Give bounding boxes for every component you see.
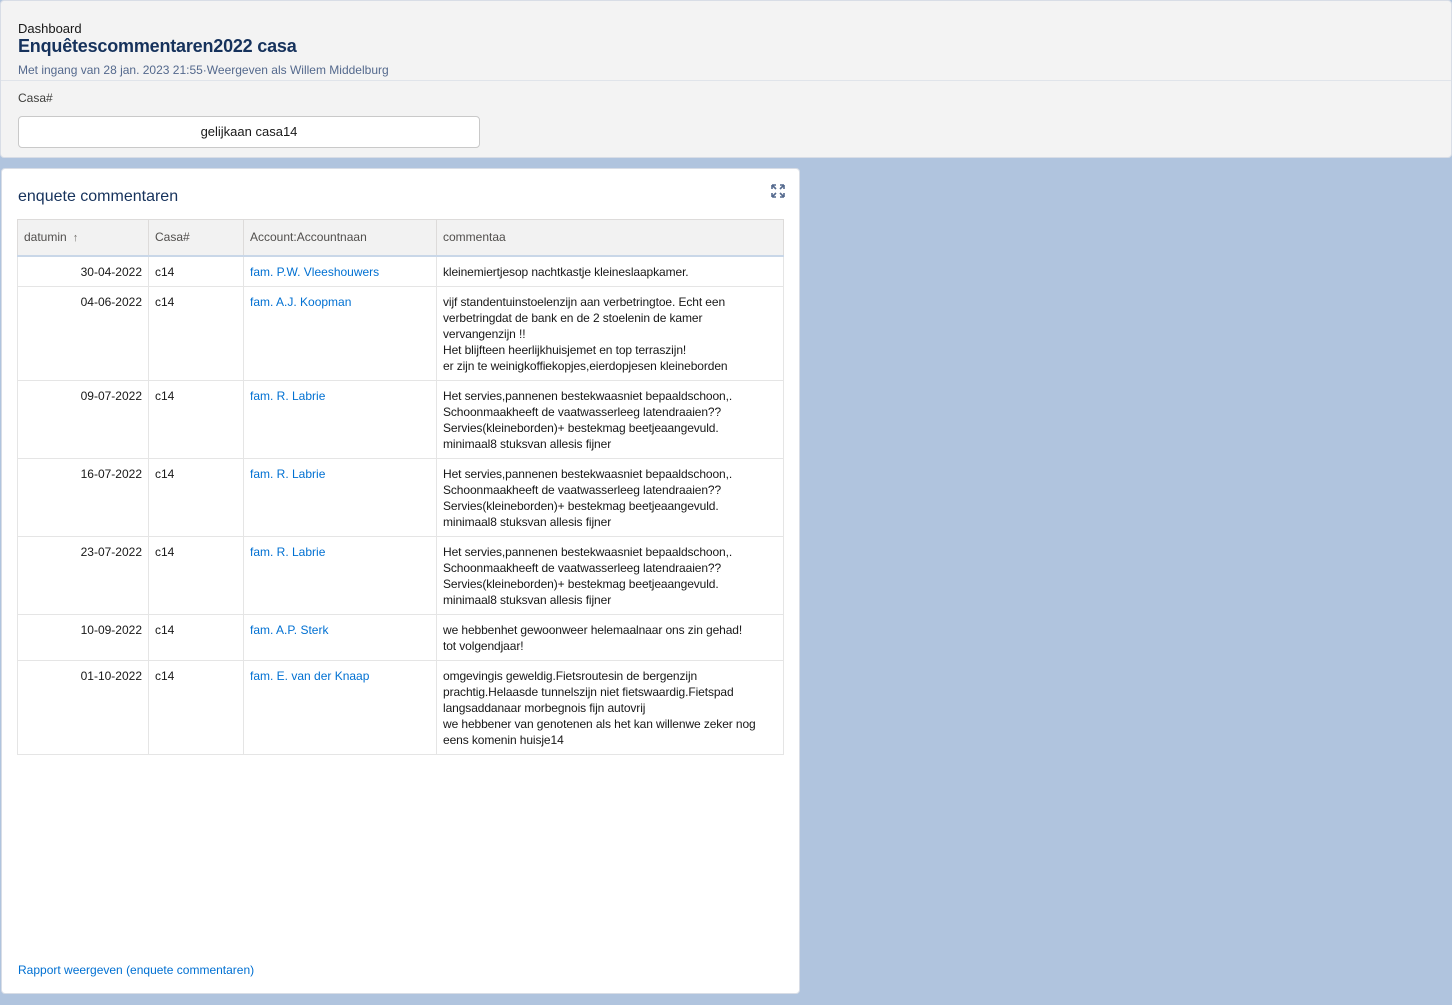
- cell-date: 23-07-2022: [17, 535, 149, 615]
- cell-account-link[interactable]: fam. E. van der Knaap: [243, 659, 437, 755]
- filter-casa-select[interactable]: gelijkaan casa14: [18, 116, 480, 148]
- cell-casa: c14: [148, 379, 244, 459]
- expand-icon-graphic: [771, 184, 785, 198]
- cell-casa: c14: [148, 613, 244, 661]
- cell-comment: vijf standentuinstoelenzijn aan verbetri…: [436, 285, 784, 381]
- cell-account-link[interactable]: fam. R. Labrie: [243, 535, 437, 615]
- table-row: 23-07-2022 c14 fam. R. Labrie Het servie…: [17, 535, 784, 615]
- cell-date: 09-07-2022: [17, 379, 149, 459]
- cell-account-link[interactable]: fam. P.W. Vleeshouwers: [243, 255, 437, 287]
- cell-date: 01-10-2022: [17, 659, 149, 755]
- view-report-link[interactable]: Rapport weergeven (enquete commentaren): [18, 963, 254, 977]
- cell-account-link[interactable]: fam. A.P. Sterk: [243, 613, 437, 661]
- table-row: 30-04-2022 c14 fam. P.W. Vleeshouwers kl…: [17, 255, 784, 287]
- column-header-datumin[interactable]: datumin ↑: [17, 219, 149, 257]
- table-header-row: datumin ↑ Casa# Account:Accountnaan comme…: [17, 219, 784, 257]
- filter-label: Casa#: [18, 91, 53, 105]
- cell-account-link[interactable]: fam. A.J. Koopman: [243, 285, 437, 381]
- cell-casa: c14: [148, 285, 244, 381]
- column-header-account[interactable]: Account:Accountnaan: [243, 219, 437, 257]
- table-row: 16-07-2022 c14 fam. R. Labrie Het servie…: [17, 457, 784, 537]
- cell-comment: omgevingis geweldig.Fietsroutesin de ber…: [436, 659, 784, 755]
- table-row: 10-09-2022 c14 fam. A.P. Sterk we hebben…: [17, 613, 784, 661]
- cell-date: 10-09-2022: [17, 613, 149, 661]
- cell-comment: we hebbenhet gewoonweer helemaalnaar ons…: [436, 613, 784, 661]
- column-header-casa[interactable]: Casa#: [148, 219, 244, 257]
- cell-comment: kleinemiertjesop nachtkastje kleineslaap…: [436, 255, 784, 287]
- column-header-label: datumin: [24, 230, 67, 245]
- page-subtitle: Met ingang van 28 jan. 2023 21:55·Weerge…: [18, 63, 389, 77]
- dashboard-header: Dashboard Enquêtescommentaren2022 casa M…: [0, 0, 1452, 158]
- table-row: 04-06-2022 c14 fam. A.J. Koopman vijf st…: [17, 285, 784, 381]
- cell-comment: Het servies,pannenen bestekwaasniet bepa…: [436, 457, 784, 537]
- card-title: enquete commentaren: [18, 188, 179, 205]
- table-row: 01-10-2022 c14 fam. E. van der Knaap omg…: [17, 659, 784, 755]
- cell-date: 04-06-2022: [17, 285, 149, 381]
- page-title: Enquêtescommentaren2022 casa: [18, 36, 297, 56]
- cell-casa: c14: [148, 457, 244, 537]
- report-card: enquete commentaren datumin ↑ Casa# Accou…: [1, 168, 800, 994]
- comments-table: datumin ↑ Casa# Account:Accountnaan comme…: [17, 219, 784, 755]
- cell-comment: Het servies,pannenen bestekwaasniet bepa…: [436, 379, 784, 459]
- cell-date: 30-04-2022: [17, 255, 149, 287]
- expand-icon[interactable]: [771, 184, 785, 198]
- divider: [1, 80, 1451, 81]
- cell-account-link[interactable]: fam. R. Labrie: [243, 457, 437, 537]
- cell-casa: c14: [148, 659, 244, 755]
- cell-comment: Het servies,pannenen bestekwaasniet bepa…: [436, 535, 784, 615]
- table-row: 09-07-2022 c14 fam. R. Labrie Het servie…: [17, 379, 784, 459]
- cell-account-link[interactable]: fam. R. Labrie: [243, 379, 437, 459]
- sort-ascending-icon: ↑: [72, 232, 79, 245]
- column-header-comment[interactable]: commentaa: [436, 219, 784, 257]
- cell-casa: c14: [148, 535, 244, 615]
- breadcrumb[interactable]: Dashboard: [18, 21, 82, 36]
- cell-casa: c14: [148, 255, 244, 287]
- cell-date: 16-07-2022: [17, 457, 149, 537]
